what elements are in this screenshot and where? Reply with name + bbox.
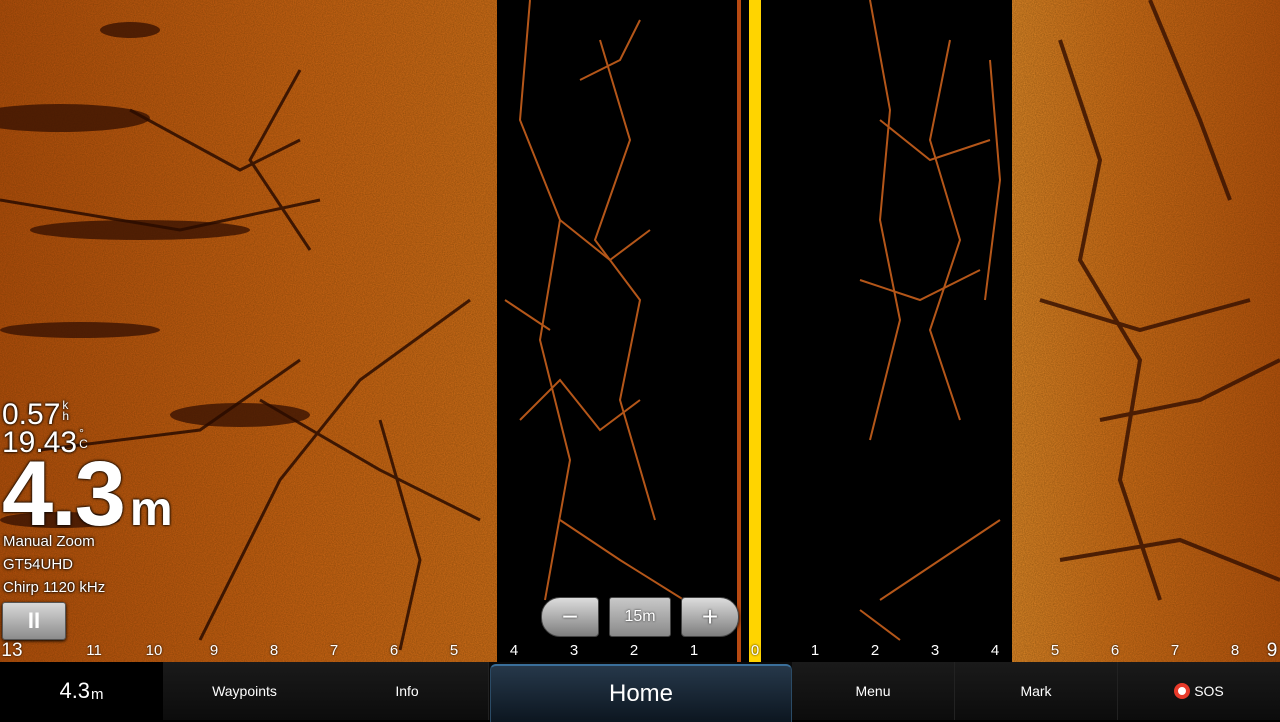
range-value: 15m (609, 597, 671, 637)
zoom-mode-label: Manual Zoom (3, 533, 95, 550)
range-tick: 8 (269, 642, 279, 659)
range-scale: 13 11 10 9 8 7 6 5 4 3 2 1 0 1 2 3 4 5 6… (0, 640, 1280, 662)
frequency-label: Chirp 1120 kHz (3, 579, 106, 596)
range-tick: 0 (750, 642, 760, 659)
minus-icon: − (561, 601, 579, 632)
zoom-in-button[interactable]: + (681, 597, 739, 637)
range-tick: 9 (1266, 640, 1278, 661)
transducer-label: GT54UHD (3, 556, 74, 573)
center-track-left-edge (737, 0, 741, 662)
center-track-line (749, 0, 761, 662)
nav-menu-label: Menu (855, 683, 891, 699)
range-tick: 5 (449, 642, 459, 659)
range-tick: 9 (209, 642, 219, 659)
plus-icon: + (701, 601, 719, 632)
range-tick: 11 (86, 642, 102, 659)
nav-home-button[interactable]: Home (490, 664, 792, 722)
nav-depth-display[interactable]: 4.3 m (0, 662, 164, 720)
pause-icon: II (27, 608, 41, 633)
range-tick: 10 (145, 642, 163, 659)
nav-mark-label: Mark (1020, 683, 1052, 699)
zoom-out-button[interactable]: − (541, 597, 599, 637)
range-tick: 6 (1110, 642, 1120, 659)
depth-value: 4.3 (2, 443, 126, 545)
depth-unit: m (129, 483, 173, 536)
range-tick: 8 (1230, 642, 1240, 659)
speed-unit: kh (62, 398, 70, 423)
lifebuoy-icon (1174, 683, 1191, 699)
nav-depth-unit: m (91, 685, 104, 703)
range-controls: − 15m + (541, 597, 739, 637)
range-tick: 7 (329, 642, 339, 659)
range-tick: 4 (509, 642, 519, 659)
bottom-nav: 4.3 m Waypoints Info Home Menu Mark SOS (0, 662, 1280, 722)
range-tick: 6 (389, 642, 399, 659)
pause-button[interactable]: II (2, 602, 66, 640)
nav-home-label: Home (608, 680, 674, 707)
range-tick: 2 (870, 642, 880, 659)
range-tick: 5 (1050, 642, 1060, 659)
range-tick: 1 (689, 642, 699, 659)
range-tick: 3 (569, 642, 579, 659)
nav-depth-value: 4.3 (59, 678, 91, 703)
sidescan-sonar-view[interactable] (0, 0, 1280, 662)
range-tick: 4 (990, 642, 1000, 659)
nav-sos-label: SOS (1194, 683, 1224, 699)
nav-info-label: Info (395, 683, 419, 699)
nav-waypoints-button[interactable]: Waypoints (163, 662, 327, 720)
range-tick: 3 (930, 642, 940, 659)
range-tick: 2 (629, 642, 639, 659)
nav-info-button[interactable]: Info (326, 662, 489, 720)
nav-menu-button[interactable]: Menu (792, 662, 955, 720)
range-tick: 7 (1170, 642, 1180, 659)
nav-sos-button[interactable]: SOS (1118, 662, 1280, 720)
nav-waypoints-label: Waypoints (212, 683, 277, 699)
range-tick: 1 (810, 642, 820, 659)
range-tick: 13 (1, 640, 23, 661)
nav-mark-button[interactable]: Mark (955, 662, 1118, 720)
